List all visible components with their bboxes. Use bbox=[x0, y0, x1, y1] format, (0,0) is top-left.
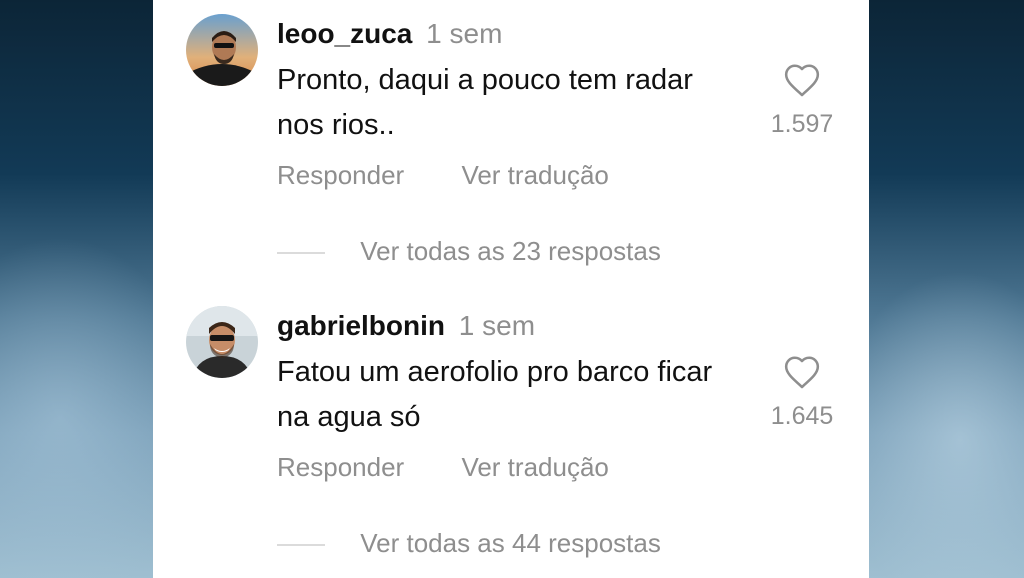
like-count: 1.645 bbox=[770, 402, 834, 430]
timestamp: 1 sem bbox=[426, 18, 503, 49]
reply-button[interactable]: Responder bbox=[277, 452, 404, 482]
comment-actions: Responder Ver tradução bbox=[277, 160, 609, 191]
view-replies: Ver todas as 44 respostas bbox=[277, 528, 661, 559]
heart-outline-icon[interactable] bbox=[783, 62, 821, 98]
timestamp: 1 sem bbox=[458, 310, 536, 341]
avatar[interactable] bbox=[186, 306, 258, 378]
like-count: 1.597 bbox=[770, 110, 834, 138]
view-replies: Ver todas as 23 respostas bbox=[277, 236, 661, 267]
comments-panel: leoo_zuca 1 sem Pronto, daqui a pouco te… bbox=[153, 0, 869, 578]
translate-button[interactable]: Ver tradução bbox=[461, 160, 608, 190]
reply-button[interactable]: Responder bbox=[277, 160, 404, 190]
view-replies-button[interactable]: Ver todas as 44 respostas bbox=[360, 528, 661, 558]
comment-actions: Responder Ver tradução bbox=[277, 452, 609, 483]
view-replies-button[interactable]: Ver todas as 23 respostas bbox=[360, 236, 661, 266]
translate-button[interactable]: Ver tradução bbox=[461, 452, 608, 482]
replies-divider bbox=[277, 544, 325, 547]
replies-divider bbox=[277, 252, 325, 255]
heart-outline-icon[interactable] bbox=[783, 354, 821, 390]
username[interactable]: gabrielbonin bbox=[277, 310, 445, 341]
username[interactable]: leoo_zuca bbox=[277, 18, 412, 49]
comment-text: Pronto, daqui a pouco tem radar nos rios… bbox=[277, 64, 693, 141]
avatar[interactable] bbox=[186, 14, 258, 86]
comment-text: Fatou um aerofolio pro barco ficar na ag… bbox=[277, 356, 713, 433]
comment-header: leoo_zuca 1 sem bbox=[277, 18, 502, 50]
comment-header: gabrielbonin 1 sem bbox=[277, 310, 535, 342]
